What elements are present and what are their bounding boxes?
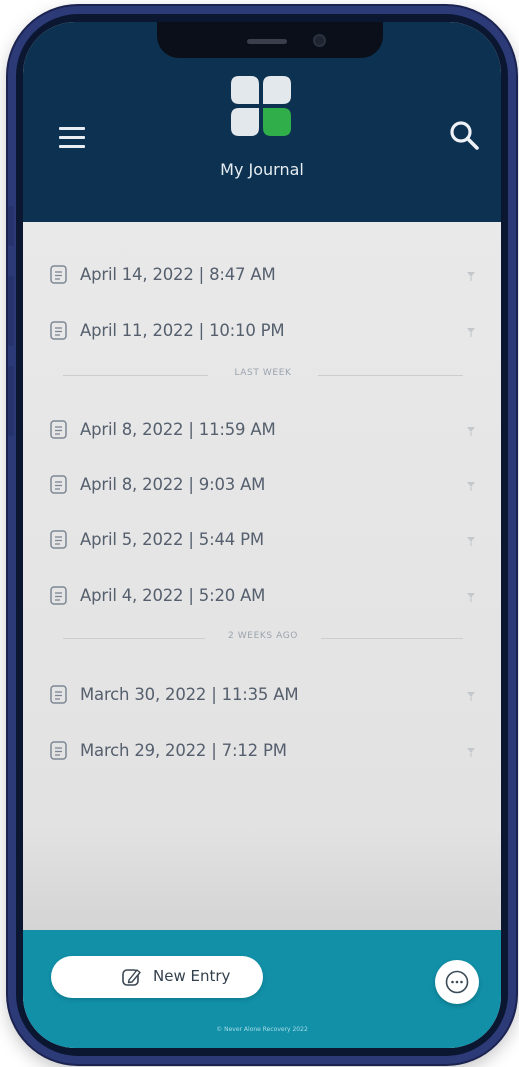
list-item[interactable]: April 5, 2022 | 5:44 PM	[50, 520, 480, 560]
clover-logo-icon	[231, 76, 291, 136]
journal-list: April 14, 2022 | 8:47 AM April 11, 2022 …	[23, 222, 501, 932]
menu-button[interactable]	[59, 127, 85, 149]
camera	[315, 36, 324, 45]
chevron-down-icon[interactable]	[466, 424, 476, 436]
list-item[interactable]: March 30, 2022 | 11:35 AM	[50, 675, 480, 715]
chevron-down-icon[interactable]	[466, 745, 476, 757]
page-title: My Journal	[220, 160, 304, 179]
document-icon	[50, 420, 67, 439]
document-icon	[50, 586, 67, 605]
entry-date-label: April 5, 2022 | 5:44 PM	[80, 530, 264, 549]
list-item[interactable]: March 29, 2022 | 7:12 PM	[50, 731, 480, 771]
app-footer: New Entry © Never Alone Recovery 2022	[23, 930, 501, 1048]
entry-date-label: March 29, 2022 | 7:12 PM	[80, 741, 287, 760]
phone-notch	[157, 22, 383, 58]
document-icon	[50, 530, 67, 549]
hamburger-icon-line	[59, 136, 85, 139]
document-icon	[50, 685, 67, 704]
section-label: 2 WEEKS AGO	[228, 631, 298, 641]
list-item[interactable]: April 8, 2022 | 9:03 AM	[50, 465, 480, 505]
entry-date-label: April 11, 2022 | 10:10 PM	[80, 321, 285, 340]
section-divider-two-weeks: 2 WEEKS AGO	[63, 630, 463, 646]
chat-button[interactable]	[435, 960, 479, 1004]
app-screen: My Journal April 14, 2022 | 8:47 AM Apri…	[23, 22, 501, 1048]
chevron-down-icon[interactable]	[466, 479, 476, 491]
chevron-down-icon[interactable]	[466, 534, 476, 546]
chevron-down-icon[interactable]	[466, 689, 476, 701]
hamburger-icon-line	[59, 145, 85, 148]
document-icon	[50, 265, 67, 284]
section-divider-last-week: LAST WEEK	[63, 367, 463, 383]
entry-date-label: April 8, 2022 | 11:59 AM	[80, 420, 276, 439]
entry-date-label: March 30, 2022 | 11:35 AM	[80, 685, 299, 704]
document-icon	[50, 321, 67, 340]
list-item[interactable]: April 11, 2022 | 10:10 PM	[50, 311, 480, 351]
side-button	[8, 206, 14, 246]
list-item[interactable]: April 4, 2022 | 5:20 AM	[50, 576, 480, 616]
chevron-down-icon[interactable]	[466, 269, 476, 281]
volume-up-button	[8, 276, 14, 346]
hamburger-icon	[59, 127, 85, 130]
chevron-down-icon[interactable]	[466, 325, 476, 337]
new-entry-label: New Entry	[153, 967, 231, 985]
list-item[interactable]: April 14, 2022 | 8:47 AM	[50, 255, 480, 295]
pen-icon	[122, 969, 141, 986]
app-header: My Journal	[23, 22, 501, 222]
section-label: LAST WEEK	[234, 368, 292, 378]
new-entry-button[interactable]: New Entry	[51, 956, 263, 998]
list-item[interactable]: April 8, 2022 | 11:59 AM	[50, 410, 480, 450]
speaker	[247, 39, 287, 44]
document-icon	[50, 475, 67, 494]
entry-date-label: April 14, 2022 | 8:47 AM	[80, 265, 276, 284]
entry-date-label: April 8, 2022 | 9:03 AM	[80, 475, 266, 494]
entry-date-label: April 4, 2022 | 5:20 AM	[80, 586, 266, 605]
chat-bubble-icon	[445, 970, 469, 994]
document-icon	[50, 741, 67, 760]
chevron-down-icon[interactable]	[466, 590, 476, 602]
search-icon[interactable]	[447, 118, 481, 152]
volume-down-button	[8, 366, 14, 436]
copyright-text: © Never Alone Recovery 2022	[216, 1026, 308, 1033]
